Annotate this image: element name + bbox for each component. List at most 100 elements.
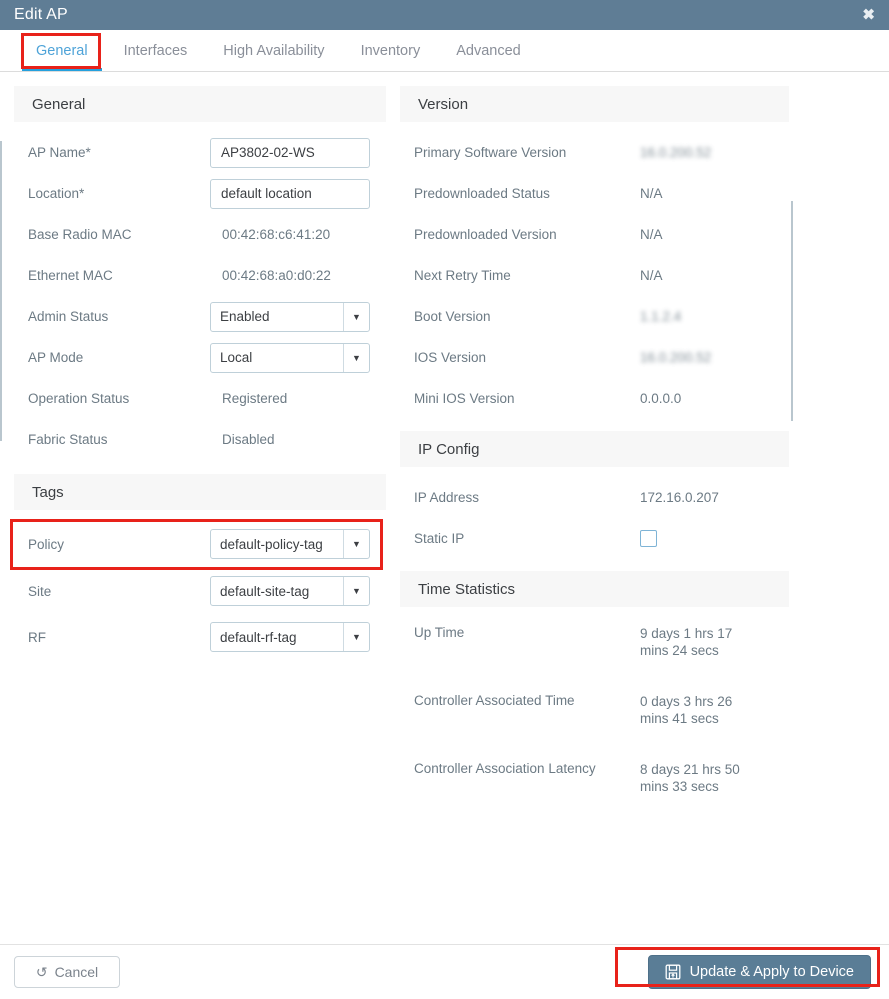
pane-edge-marker-right: [791, 201, 793, 421]
chevron-down-icon: ▼: [343, 302, 369, 331]
update-and-apply-to-device-label: Update & Apply to Device: [689, 964, 854, 980]
policy-tag-label: Policy: [28, 536, 65, 552]
tab-advanced[interactable]: Advanced: [438, 30, 539, 71]
row-ap-mode: AP Mode Local ▼: [14, 337, 386, 378]
left-pane: General AP Name* Location* Base Radio MA…: [0, 86, 400, 927]
ios-version-value: 16.0.200.52: [640, 350, 712, 365]
row-site-tag: Site default-site-tag ▼: [14, 568, 386, 614]
ip-address-value: 172.16.0.207: [640, 490, 719, 505]
row-predownloaded-status: Predownloaded Status N/A: [400, 173, 789, 214]
up-time-label: Up Time: [414, 625, 465, 640]
chevron-down-icon: ▼: [343, 577, 369, 605]
boot-version-value: 1.1.2.4: [640, 309, 682, 324]
tab-interfaces-label: Interfaces: [123, 42, 188, 59]
fabric-status-value: Disabled: [222, 432, 275, 447]
row-next-retry-time: Next Retry Time N/A: [400, 255, 789, 296]
section-general-header: General: [14, 86, 386, 122]
ip-address-label: IP Address: [414, 490, 480, 505]
admin-status-label: Admin Status: [28, 309, 109, 324]
up-time-value: 9 days 1 hrs 17 mins 24 secs: [640, 626, 733, 658]
save-floppy-icon: [665, 964, 681, 980]
admin-status-select[interactable]: Enabled ▼: [210, 301, 370, 332]
next-retry-time-value: N/A: [640, 268, 663, 283]
rf-tag-select[interactable]: default-rf-tag ▼: [210, 622, 370, 652]
next-retry-time-label: Next Retry Time: [414, 268, 511, 283]
rf-tag-label: RF: [28, 629, 46, 645]
tab-high-availability[interactable]: High Availability: [205, 30, 342, 71]
boot-version-label: Boot Version: [414, 309, 491, 324]
section-tags-header: Tags: [14, 474, 386, 510]
tab-high-availability-label: High Availability: [223, 42, 325, 59]
ethernet-mac-value: 00:42:68:a0:d0:22: [222, 268, 331, 283]
row-ap-name: AP Name*: [14, 132, 386, 173]
row-up-time: Up Time 9 days 1 hrs 17 mins 24 secs: [400, 617, 789, 685]
operation-status-value: Registered: [222, 391, 288, 406]
chevron-down-icon: ▼: [343, 343, 369, 372]
location-input[interactable]: [210, 178, 370, 209]
close-icon[interactable]: ✖: [862, 8, 875, 23]
ap-mode-select[interactable]: Local ▼: [210, 342, 370, 373]
pane-edge-marker: [0, 141, 2, 441]
row-boot-version: Boot Version 1.1.2.4: [400, 296, 789, 337]
row-operation-status: Operation Status Registered: [14, 378, 386, 419]
mini-ios-version-label: Mini IOS Version: [414, 391, 515, 406]
section-version-header: Version: [400, 86, 789, 122]
row-location: Location*: [14, 173, 386, 214]
controller-associated-time-label: Controller Associated Time: [414, 693, 575, 708]
dialog-titlebar: Edit AP ✖: [0, 0, 889, 30]
controller-association-latency-label: Controller Association Latency: [414, 761, 596, 776]
tab-general-label: General: [36, 42, 88, 59]
primary-software-version-value: 16.0.200.52: [640, 145, 712, 160]
base-radio-mac-value: 00:42:68:c6:41:20: [222, 227, 331, 242]
predownloaded-version-label: Predownloaded Version: [414, 227, 557, 242]
ap-name-input[interactable]: [210, 137, 370, 168]
row-primary-software-version: Primary Software Version 16.0.200.52: [400, 132, 789, 173]
admin-status-value: Enabled: [220, 309, 270, 324]
dialog-footer: ↺ Cancel Update & Apply to Device: [0, 944, 889, 999]
ap-name-label: AP Name*: [28, 145, 91, 160]
ios-version-label: IOS Version: [414, 350, 487, 365]
cancel-button[interactable]: ↺ Cancel: [14, 956, 120, 988]
row-policy-tag: Policy default-policy-tag ▼: [14, 520, 386, 568]
predownloaded-status-value: N/A: [640, 186, 663, 201]
primary-software-version-label: Primary Software Version: [414, 145, 567, 160]
row-mini-ios-version: Mini IOS Version 0.0.0.0: [400, 378, 789, 419]
policy-tag-select[interactable]: default-policy-tag ▼: [210, 529, 370, 559]
update-and-apply-to-device-button[interactable]: Update & Apply to Device: [647, 955, 871, 989]
row-static-ip: Static IP: [400, 518, 789, 559]
site-tag-label: Site: [28, 583, 52, 599]
static-ip-label: Static IP: [414, 531, 465, 546]
static-ip-checkbox[interactable]: [640, 530, 657, 547]
base-radio-mac-label: Base Radio MAC: [28, 227, 132, 242]
section-time-statistics-header: Time Statistics: [400, 571, 789, 607]
controller-associated-time-value: 0 days 3 hrs 26 mins 41 secs: [640, 694, 733, 726]
controller-association-latency-value: 8 days 21 hrs 50 mins 33 secs: [640, 762, 740, 794]
section-ip-config-header: IP Config: [400, 431, 789, 467]
site-tag-select[interactable]: default-site-tag ▼: [210, 576, 370, 606]
tab-interfaces[interactable]: Interfaces: [106, 30, 206, 71]
ethernet-mac-label: Ethernet MAC: [28, 268, 113, 283]
predownloaded-version-value: N/A: [640, 227, 663, 242]
policy-tag-value: default-policy-tag: [220, 536, 323, 552]
mini-ios-version-value: 0.0.0.0: [640, 391, 682, 406]
predownloaded-status-label: Predownloaded Status: [414, 186, 550, 201]
row-controller-associated-time: Controller Associated Time 0 days 3 hrs …: [400, 685, 789, 753]
row-fabric-status: Fabric Status Disabled: [14, 419, 386, 460]
row-rf-tag: RF default-rf-tag ▼: [14, 614, 386, 660]
tab-general[interactable]: General: [18, 30, 106, 71]
fabric-status-label: Fabric Status: [28, 432, 108, 447]
dialog-title: Edit AP: [14, 6, 68, 23]
ap-mode-value: Local: [220, 350, 253, 365]
row-ethernet-mac: Ethernet MAC 00:42:68:a0:d0:22: [14, 255, 386, 296]
row-base-radio-mac: Base Radio MAC 00:42:68:c6:41:20: [14, 214, 386, 255]
chevron-down-icon: ▼: [343, 530, 369, 558]
row-predownloaded-version: Predownloaded Version N/A: [400, 214, 789, 255]
row-controller-association-latency: Controller Association Latency 8 days 21…: [400, 753, 789, 821]
row-admin-status: Admin Status Enabled ▼: [14, 296, 386, 337]
cancel-button-label: Cancel: [54, 964, 99, 980]
tab-bar: General Interfaces High Availability Inv…: [0, 30, 889, 72]
undo-icon: ↺: [35, 963, 48, 980]
right-pane: Version Primary Software Version 16.0.20…: [400, 86, 889, 927]
tab-inventory[interactable]: Inventory: [343, 30, 439, 71]
chevron-down-icon: ▼: [343, 623, 369, 651]
